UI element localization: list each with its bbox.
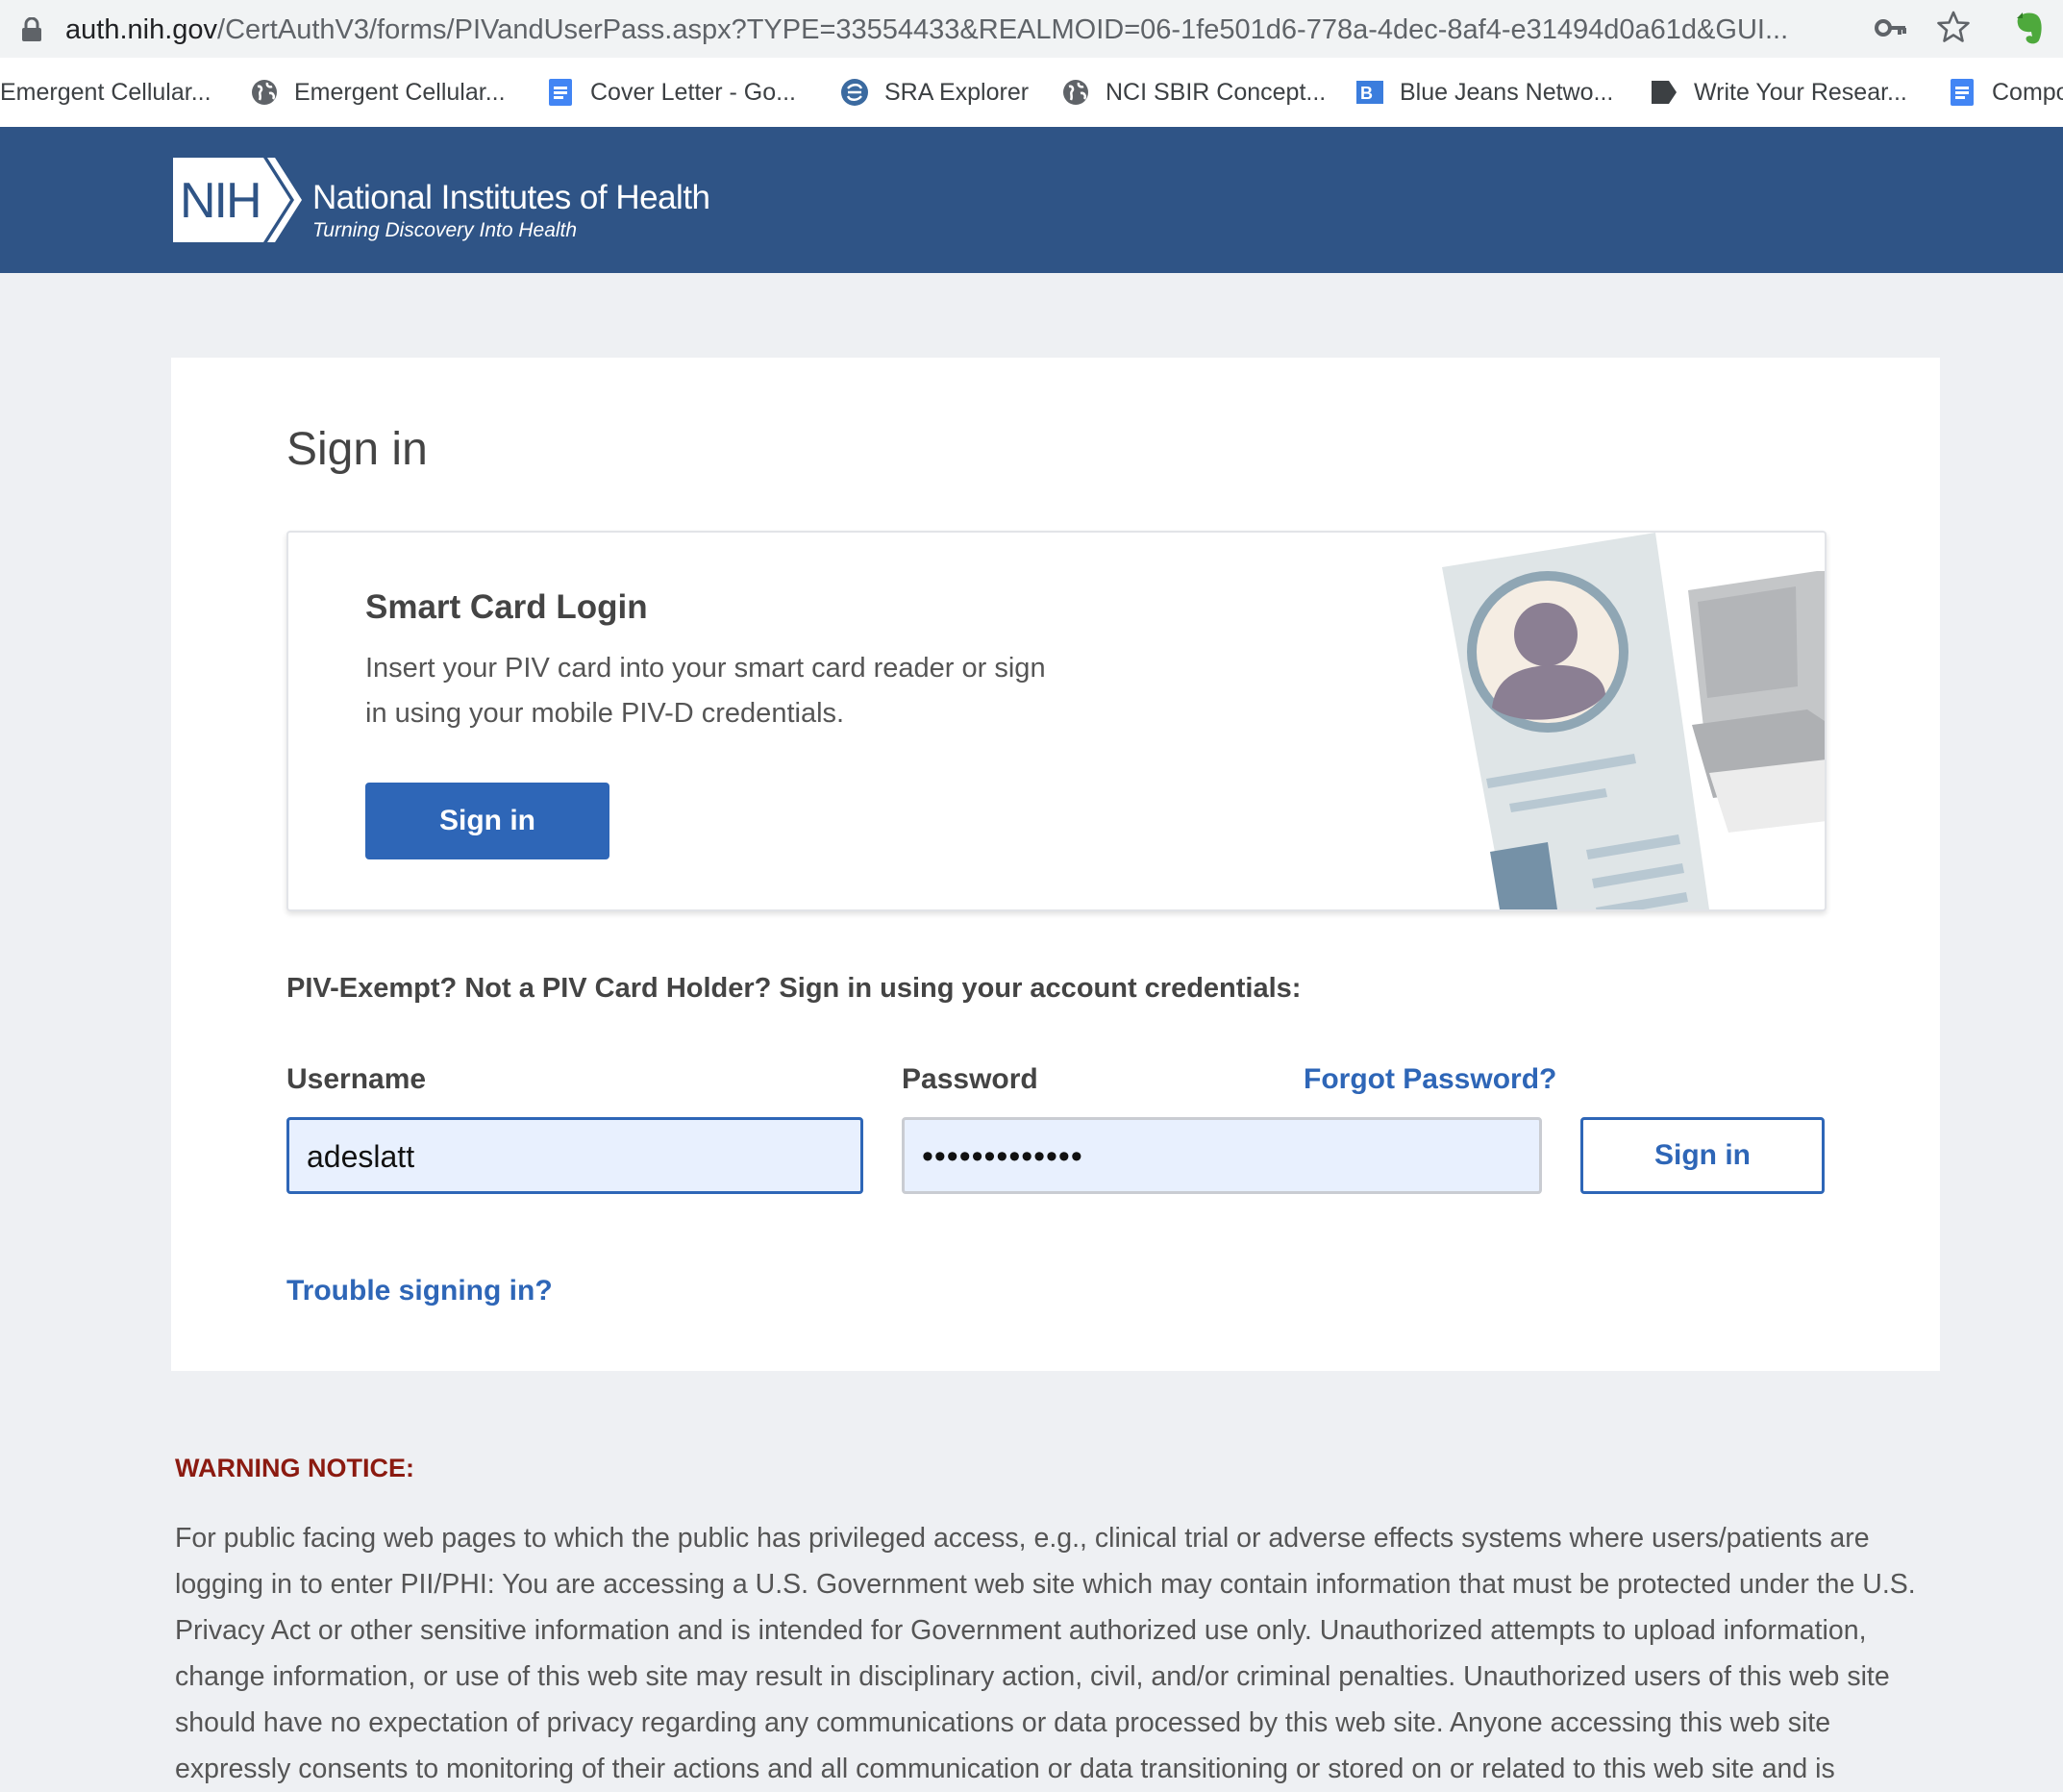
bookmark-item[interactable]: Emergent Cellular... (250, 75, 506, 110)
password-input[interactable]: ••••••••••••• (902, 1117, 1542, 1194)
forgot-password-link[interactable]: Forgot Password? (1304, 1063, 1556, 1096)
smart-card-panel: Smart Card Login Insert your PIV card in… (286, 531, 1827, 911)
star-icon[interactable] (1936, 10, 1971, 44)
address-bar[interactable]: auth.nih.gov/CertAuthV3/forms/PIVandUser… (0, 2, 1986, 54)
bookmark-label: Blue Jeans Netwo... (1400, 78, 1614, 106)
globe-icon (252, 80, 277, 105)
bookmarks-bar: Emergent Cellular... Emergent Cellular..… (0, 58, 2063, 129)
smart-card-signin-button[interactable]: Sign in (365, 783, 609, 859)
org-name: National Institutes of Health (312, 179, 710, 216)
org-tagline: Turning Discovery Into Health (312, 219, 578, 241)
bookmark-label: Emergent Cellular... (294, 78, 506, 106)
url-path: /CertAuthV3/forms/PIVandUserPass.aspx?TY… (217, 14, 1789, 45)
bookmark-item[interactable]: Compo (1948, 75, 2063, 110)
site-header: NIH National Institutes of Health Turnin… (0, 127, 2063, 273)
lock-icon[interactable] (21, 17, 42, 42)
bookmark-label: SRA Explorer (884, 78, 1030, 106)
bluejeans-icon: B (1356, 81, 1383, 104)
globe-icon (1063, 80, 1088, 105)
alt-signin-heading: PIV-Exempt? Not a PIV Card Holder? Sign … (286, 973, 1302, 1004)
bookmark-label: Compo (1992, 78, 2063, 106)
bookmark-item[interactable]: Cover Letter - Go... (546, 75, 796, 110)
id-card-illustration (1442, 533, 1825, 909)
bookmark-item[interactable]: B Blue Jeans Netwo... (1355, 75, 1613, 110)
svg-text:B: B (1360, 84, 1373, 103)
page-title: Sign in (286, 424, 428, 475)
username-input[interactable]: adeslatt (286, 1117, 863, 1194)
credentials-signin-button[interactable]: Sign in (1580, 1117, 1825, 1194)
url-text[interactable]: auth.nih.gov/CertAuthV3/forms/PIVandUser… (65, 11, 1834, 49)
url-host: auth.nih.gov (65, 14, 218, 45)
bookmark-item[interactable]: Emergent Cellular... (0, 75, 211, 110)
sra-icon (841, 79, 868, 106)
bookmark-label: Write Your Resear... (1694, 78, 1907, 106)
smart-card-description: Insert your PIV card into your smart car… (365, 653, 1046, 729)
browser-url-bar: auth.nih.gov/CertAuthV3/forms/PIVandUser… (0, 0, 2063, 58)
smart-card-title: Smart Card Login (365, 588, 648, 626)
nih-logo-text: NIH (180, 173, 261, 229)
warning-title: WARNING NOTICE: (175, 1454, 414, 1482)
bookmark-label: NCI SBIR Concept... (1106, 78, 1327, 106)
bookmark-label: Cover Letter - Go... (590, 78, 796, 106)
bookmark-label: Emergent Cellular... (0, 78, 211, 106)
flag-icon (1652, 81, 1677, 104)
key-icon[interactable] (1875, 13, 1907, 42)
bookmark-item[interactable]: Write Your Resear... (1650, 75, 1907, 110)
bookmark-item[interactable]: SRA Explorer (840, 75, 1029, 110)
docs-icon (1951, 79, 1974, 106)
nih-logo[interactable]: NIH (171, 158, 306, 242)
docs-icon (549, 79, 572, 106)
evernote-icon[interactable] (2013, 10, 2046, 46)
warning-text: For public facing web pages to which the… (175, 1523, 1916, 1784)
trouble-signing-in-link[interactable]: Trouble signing in? (286, 1275, 553, 1307)
bookmark-item[interactable]: NCI SBIR Concept... (1061, 75, 1326, 110)
username-label: Username (286, 1063, 427, 1095)
password-label: Password (902, 1063, 1038, 1095)
